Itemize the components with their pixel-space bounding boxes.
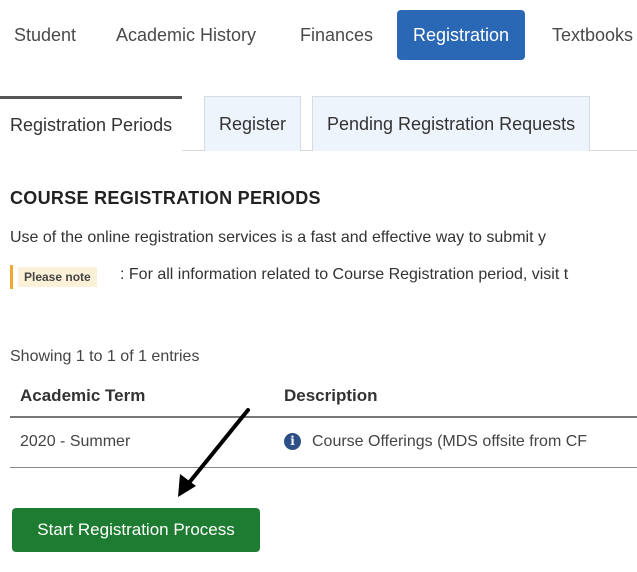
nav-student[interactable]: Student (14, 10, 76, 60)
nav-finances[interactable]: Finances (300, 10, 373, 60)
cell-description: Course Offerings (MDS offsite from CF (312, 433, 588, 450)
registration-tabs: Registration Periods Register Pending Re… (0, 96, 637, 151)
nav-registration[interactable]: Registration (397, 10, 526, 60)
intro-text: Use of the online registration services … (10, 229, 546, 246)
column-description[interactable]: Description (284, 386, 378, 406)
note-callout: Please note : For all information relate… (10, 264, 637, 290)
entries-count: Showing 1 to 1 of 1 entries (10, 348, 200, 365)
note-badge: Please note (18, 267, 97, 287)
table-row[interactable]: 2020 - Summer i Course Offerings (MDS of… (10, 418, 637, 468)
column-academic-term[interactable]: Academic Term (20, 386, 145, 406)
note-text: : For all information related to Course … (120, 266, 569, 283)
nav-academic-history[interactable]: Academic History (116, 10, 256, 60)
info-icon[interactable]: i (284, 433, 301, 450)
tab-registration-periods[interactable]: Registration Periods (0, 96, 183, 151)
tab-pending-registration-requests[interactable]: Pending Registration Requests (312, 96, 591, 151)
cell-academic-term: 2020 - Summer (20, 433, 131, 450)
table-header: Academic Term Description (10, 374, 637, 418)
nav-textbooks[interactable]: Textbooks (552, 10, 633, 60)
page-title: COURSE REGISTRATION PERIODS (10, 188, 321, 208)
tab-register[interactable]: Register (204, 96, 302, 151)
top-navigation: Student Academic History Finances Regist… (0, 10, 637, 60)
note-accent-bar (10, 265, 13, 289)
start-registration-button[interactable]: Start Registration Process (12, 508, 260, 552)
registration-periods-table: Academic Term Description 2020 - Summer … (10, 374, 637, 468)
